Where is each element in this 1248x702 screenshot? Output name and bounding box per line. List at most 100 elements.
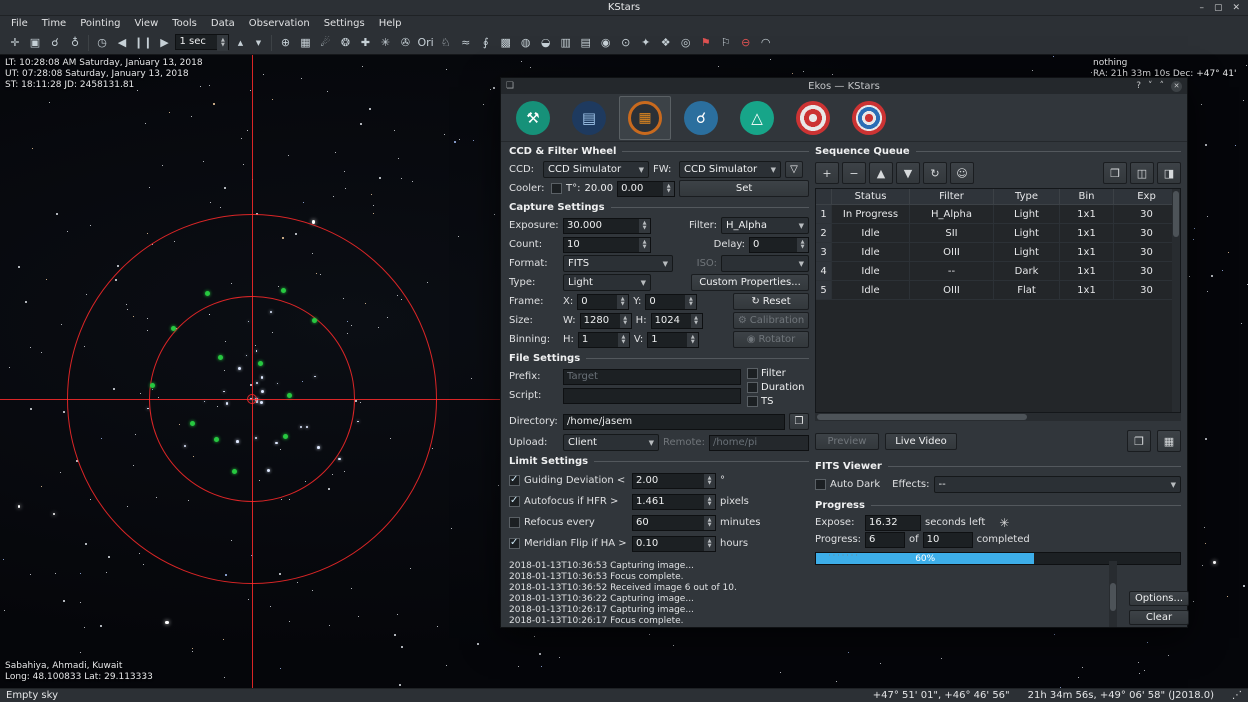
tab-scheduler[interactable]: ▤ xyxy=(563,96,615,140)
menu-item[interactable]: Settings xyxy=(317,16,372,31)
sequence-row[interactable]: 1 In Progress H_Alpha Light 1x1 30 xyxy=(816,205,1180,224)
equatorial-coords-icon[interactable]: ⊕ xyxy=(276,34,294,52)
minimize-icon[interactable]: – xyxy=(1199,3,1204,13)
time-step-down-icon[interactable]: ▼ xyxy=(249,34,267,52)
tab-capture[interactable]: ▦ xyxy=(619,96,671,140)
observer-icon[interactable]: ☺ xyxy=(950,162,974,184)
log-scrollbar[interactable] xyxy=(1109,561,1117,627)
column-exp[interactable]: Exp xyxy=(1114,189,1180,205)
script-input[interactable] xyxy=(563,388,741,404)
time-step-input[interactable] xyxy=(175,34,229,52)
menu-item[interactable]: Pointing xyxy=(73,16,127,31)
auto-dark-checkbox[interactable] xyxy=(815,479,826,490)
column-status[interactable]: Status xyxy=(832,189,910,205)
ccd-combo[interactable]: CCD Simulator▼ xyxy=(543,161,649,178)
options-button[interactable]: Options... xyxy=(1129,591,1189,606)
live-video-button[interactable]: Live Video xyxy=(885,433,957,450)
sequence-row[interactable]: 5 Idle OIII Flat 1x1 30 xyxy=(816,281,1180,300)
preview-single-icon[interactable]: ❐ xyxy=(1127,430,1151,452)
splitter-handle[interactable]: ······· xyxy=(501,552,1187,560)
lock-tracking-icon[interactable]: ✦ xyxy=(637,34,655,52)
tab-mount[interactable]: △ xyxy=(731,96,783,140)
sky-chart-icon[interactable]: ▥ xyxy=(557,34,575,52)
asteroids-icon[interactable]: ✳ xyxy=(376,34,394,52)
filter-combo[interactable]: H_Alpha▼ xyxy=(721,217,809,234)
sequence-table[interactable]: Status Filter Type Bin Exp 1 In Progress… xyxy=(815,188,1181,413)
fw-combo[interactable]: CCD Simulator▼ xyxy=(679,161,781,178)
tab-guide[interactable] xyxy=(787,96,839,140)
maximize-icon[interactable]: ▢ xyxy=(1214,3,1223,13)
menu-item[interactable]: File xyxy=(4,16,35,31)
sky-image-icon[interactable]: ▣ xyxy=(26,34,44,52)
tab-setup[interactable]: ⚒ xyxy=(507,96,559,140)
column-bin[interactable]: Bin xyxy=(1060,189,1114,205)
tab-align[interactable] xyxy=(843,96,895,140)
time-advance-icon[interactable]: ▶ xyxy=(155,34,173,52)
tab-focus[interactable]: ☌ xyxy=(675,96,727,140)
lower-icon[interactable]: ˅ xyxy=(1148,81,1153,91)
move-down-icon[interactable]: ▼ xyxy=(896,162,920,184)
ecliptic-icon[interactable]: ∮ xyxy=(477,34,495,52)
satellites-icon[interactable]: ✇ xyxy=(396,34,414,52)
deep-sky-objects-icon[interactable]: ❂ xyxy=(336,34,354,52)
save-sequence-as-icon[interactable]: ◨ xyxy=(1157,162,1181,184)
time-pause-icon[interactable]: ❙❙ xyxy=(133,34,153,52)
ts-suffix-checkbox[interactable] xyxy=(747,396,758,407)
directory-input[interactable] xyxy=(563,414,785,430)
pointing-icon[interactable]: ✛ xyxy=(6,34,24,52)
constellation-art-icon[interactable]: ♘ xyxy=(437,34,455,52)
sky-overlay-icon[interactable]: ▦ xyxy=(296,34,314,52)
constellation-names-icon[interactable]: Ori xyxy=(416,34,434,52)
cooler-checkbox[interactable] xyxy=(551,183,562,194)
menu-item[interactable]: Tools xyxy=(165,16,204,31)
limit-checkbox[interactable] xyxy=(509,496,520,507)
filter-suffix-checkbox[interactable] xyxy=(747,368,758,379)
filter-manager-icon[interactable]: ▽ xyxy=(785,161,803,178)
menu-item[interactable]: Help xyxy=(372,16,409,31)
upload-combo[interactable]: Client▼ xyxy=(563,434,659,451)
limit-checkbox[interactable] xyxy=(509,538,520,549)
sequence-row[interactable]: 4 Idle -- Dark 1x1 30 xyxy=(816,262,1180,281)
table-horizontal-scrollbar[interactable] xyxy=(815,413,1181,421)
remove-object-icon[interactable]: ⊖ xyxy=(737,34,755,52)
observatory-dome-icon[interactable]: ◍ xyxy=(517,34,535,52)
observation-list-icon[interactable]: ▤ xyxy=(577,34,595,52)
effects-combo[interactable]: --▼ xyxy=(934,476,1182,493)
milky-way-icon[interactable]: ≈ xyxy=(457,34,475,52)
time-step-spin-arrows[interactable] xyxy=(217,35,228,51)
open-sequence-icon[interactable]: ❒ xyxy=(1103,162,1127,184)
time-reverse-icon[interactable]: ◀ xyxy=(113,34,131,52)
reset-frame-button[interactable]: ↻Reset xyxy=(733,293,809,310)
sequence-row[interactable]: 2 Idle SII Light 1x1 30 xyxy=(816,224,1180,243)
format-combo[interactable]: FITS▼ xyxy=(563,255,673,272)
set-time-icon[interactable]: ◷ xyxy=(93,34,111,52)
menu-item[interactable]: Data xyxy=(204,16,242,31)
resize-grip-icon[interactable]: ⋰ xyxy=(1232,690,1242,701)
gray-flag-icon[interactable]: ⚐ xyxy=(717,34,735,52)
menu-item[interactable]: Observation xyxy=(242,16,317,31)
geolocation-icon[interactable]: ♁ xyxy=(66,34,84,52)
preview-grid-icon[interactable]: ▦ xyxy=(1157,430,1181,452)
limit-checkbox[interactable] xyxy=(509,475,520,486)
log-messages[interactable]: 2018-01-13T10:36:53 Capturing image...20… xyxy=(509,561,1107,627)
remove-job-icon[interactable]: − xyxy=(842,162,866,184)
stars-icon[interactable]: ✚ xyxy=(356,34,374,52)
type-combo[interactable]: Light▼ xyxy=(563,274,651,291)
save-sequence-icon[interactable]: ◫ xyxy=(1130,162,1154,184)
red-flag-icon[interactable]: ⚑ xyxy=(697,34,715,52)
close-icon[interactable]: ✕ xyxy=(1232,3,1240,13)
prefix-input[interactable] xyxy=(563,369,741,385)
help-icon[interactable]: ? xyxy=(1136,81,1141,91)
sequence-row[interactable]: 3 Idle OIII Light 1x1 30 xyxy=(816,243,1180,262)
close-icon[interactable]: ✕ xyxy=(1171,81,1182,92)
horizon-icon[interactable]: ◒ xyxy=(537,34,555,52)
comet-trail-icon[interactable]: ☄ xyxy=(316,34,334,52)
time-step-up-icon[interactable]: ▲ xyxy=(231,34,249,52)
menu-item[interactable]: Time xyxy=(35,16,73,31)
menu-item[interactable]: View xyxy=(128,16,166,31)
color-scheme-icon[interactable]: ❖ xyxy=(657,34,675,52)
add-job-icon[interactable]: + xyxy=(815,162,839,184)
move-up-icon[interactable]: ▲ xyxy=(869,162,893,184)
celestial-sphere-icon[interactable]: ⊙ xyxy=(617,34,635,52)
column-type[interactable]: Type xyxy=(994,189,1060,205)
